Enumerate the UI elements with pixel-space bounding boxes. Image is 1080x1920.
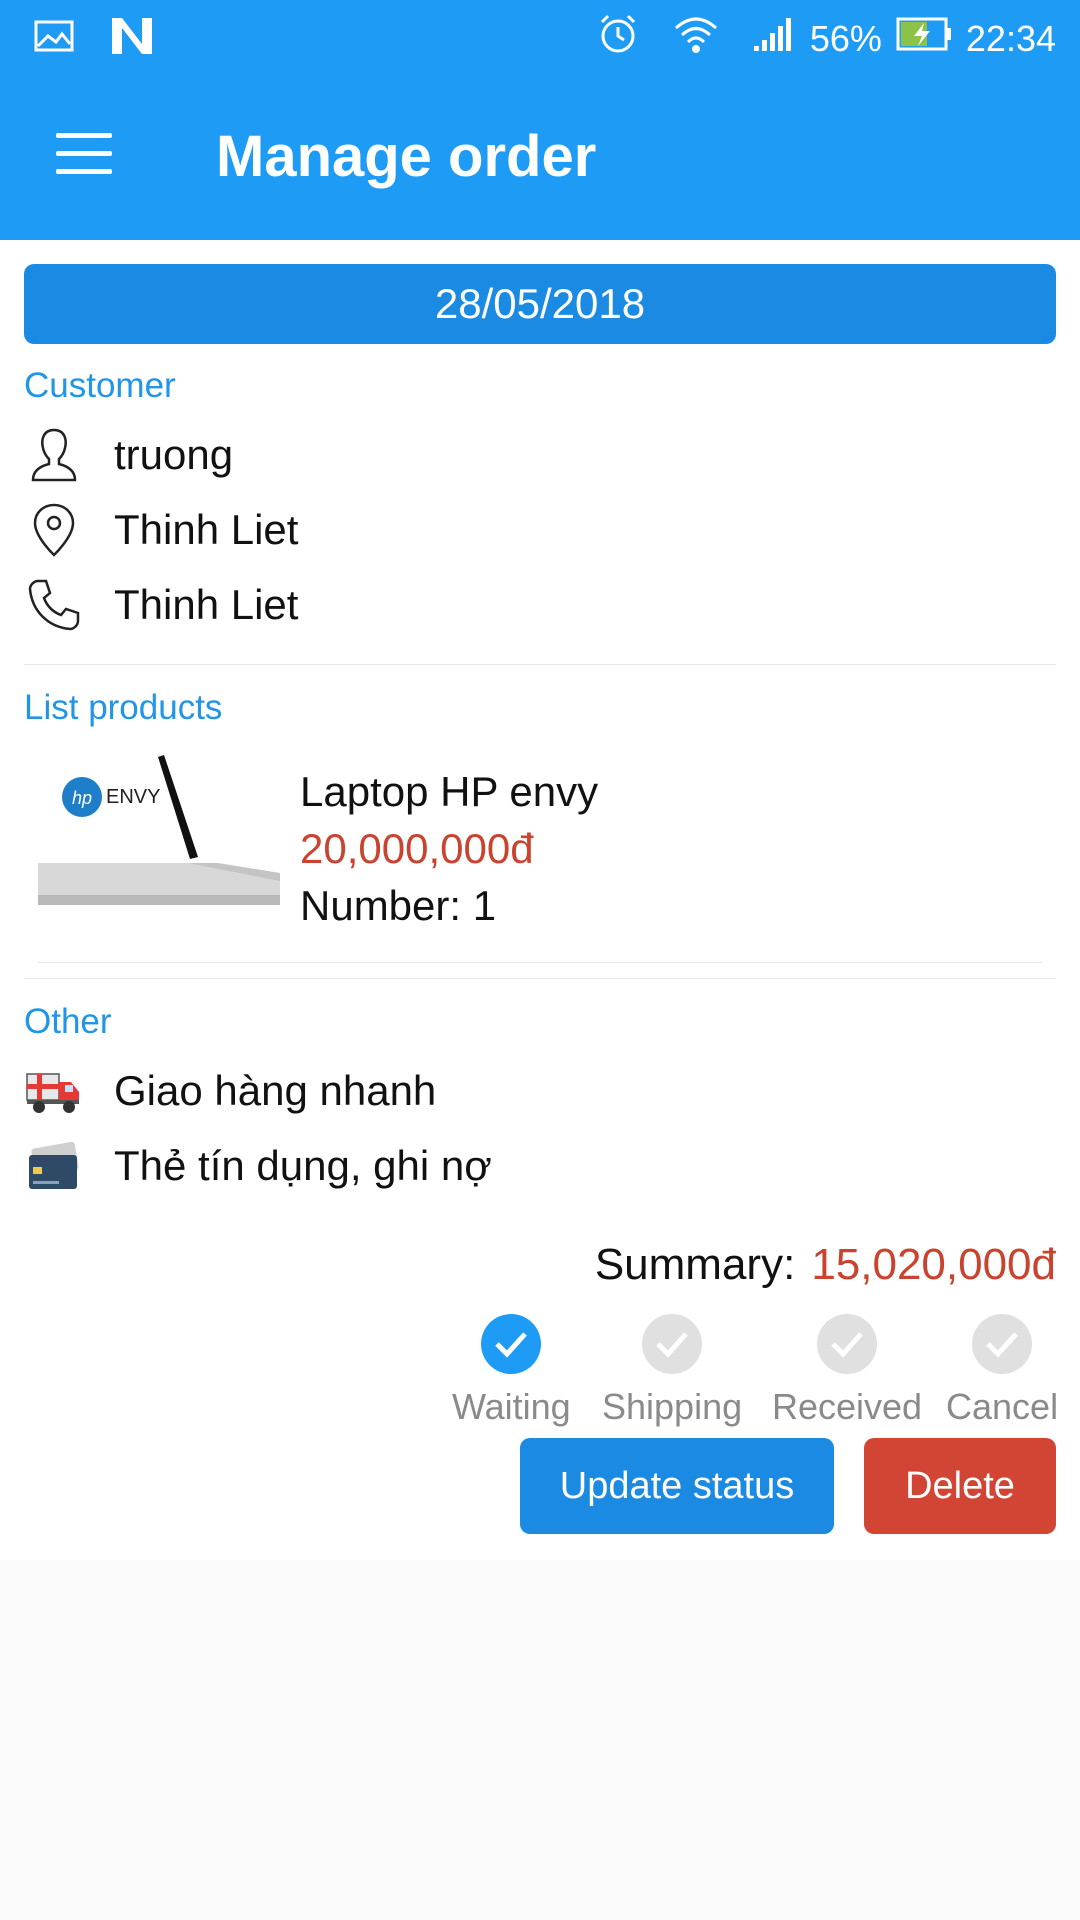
order-summary: Summary: 15,020,000đ bbox=[595, 1240, 1056, 1290]
check-icon bbox=[481, 1314, 542, 1374]
status-cancel[interactable]: Cancel bbox=[946, 1314, 1058, 1428]
battery-percent: 56% bbox=[809, 17, 882, 59]
credit-card-icon bbox=[24, 1136, 84, 1196]
status-bar: 56% 22:34 bbox=[0, 0, 1080, 75]
payment-method: Thẻ tín dụng, ghi nợ bbox=[114, 1142, 492, 1189]
divider bbox=[38, 962, 1042, 963]
products-section-label: List products bbox=[24, 688, 223, 727]
gallery-notification-icon bbox=[34, 20, 74, 57]
status-label: Shipping bbox=[602, 1386, 743, 1427]
shipping-method: Giao hàng nhanh bbox=[114, 1067, 437, 1114]
status-label: Received bbox=[772, 1386, 923, 1427]
toolbar: Manage order bbox=[0, 75, 1080, 240]
customer-section-label: Customer bbox=[24, 366, 176, 405]
status-waiting[interactable]: Waiting bbox=[452, 1314, 571, 1428]
product-image[interactable]: hp ENVY bbox=[38, 755, 280, 915]
n-app-notification-icon bbox=[110, 16, 154, 61]
customer-name: truong bbox=[114, 431, 234, 478]
location-pin-icon bbox=[24, 500, 84, 560]
shipping-method-row: Giao hàng nhanh bbox=[24, 1056, 436, 1126]
check-icon bbox=[817, 1314, 878, 1374]
status-label: Waiting bbox=[452, 1386, 571, 1427]
other-section-label: Other bbox=[24, 1002, 112, 1041]
customer-name-row: truong bbox=[24, 420, 233, 490]
customer-phone: Thinh Liet bbox=[114, 581, 299, 628]
product-quantity: Number: 1 bbox=[300, 882, 497, 929]
person-icon bbox=[24, 425, 84, 485]
order-detail: 28/05/2018 Customer truong Thinh Liet Th… bbox=[0, 240, 1080, 1560]
svg-text:hp: hp bbox=[72, 788, 92, 808]
update-status-button[interactable]: Update status bbox=[520, 1438, 834, 1534]
payment-method-row: Thẻ tín dụng, ghi nợ bbox=[24, 1131, 492, 1201]
signal-icon bbox=[752, 16, 796, 61]
menu-button[interactable] bbox=[56, 133, 112, 175]
customer-address: Thinh Liet bbox=[114, 506, 299, 553]
status-received[interactable]: Received bbox=[772, 1314, 922, 1428]
order-date-button[interactable]: 28/05/2018 bbox=[24, 264, 1056, 344]
customer-address-row: Thinh Liet bbox=[24, 495, 298, 565]
app-bar: 56% 22:34 Manage order bbox=[0, 0, 1080, 240]
delivery-truck-icon bbox=[24, 1061, 84, 1121]
customer-phone-row: Thinh Liet bbox=[24, 570, 298, 640]
divider bbox=[24, 978, 1056, 979]
page-title: Manage order bbox=[216, 124, 597, 189]
wifi-icon bbox=[674, 14, 718, 63]
alarm-icon bbox=[596, 12, 640, 65]
delete-button[interactable]: Delete bbox=[864, 1438, 1056, 1534]
check-icon bbox=[642, 1314, 703, 1374]
product-image-brand: ENVY bbox=[106, 786, 160, 808]
product-price: 20,000,000đ bbox=[300, 825, 534, 872]
divider bbox=[24, 664, 1056, 665]
clock: 22:34 bbox=[965, 17, 1056, 59]
check-icon bbox=[972, 1314, 1033, 1374]
status-shipping[interactable]: Shipping bbox=[602, 1314, 742, 1428]
phone-icon bbox=[24, 575, 84, 635]
status-label: Cancel bbox=[946, 1386, 1059, 1427]
product-name: Laptop HP envy bbox=[300, 768, 599, 815]
battery-charging-icon bbox=[896, 17, 952, 60]
summary-value: 15,020,000đ bbox=[811, 1240, 1056, 1289]
summary-label: Summary: bbox=[594, 1240, 796, 1289]
